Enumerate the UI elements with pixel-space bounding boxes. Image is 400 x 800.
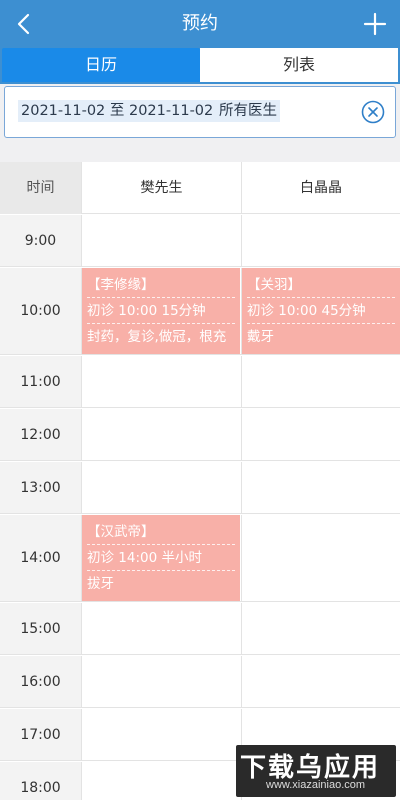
- appointment-patient: 【关羽】: [247, 272, 395, 298]
- appointment-patient: 【李修缘】: [87, 272, 235, 298]
- tab-calendar[interactable]: 日历: [2, 48, 200, 82]
- watermark-url: www.xiazainiao.com: [266, 779, 366, 791]
- time-column-header: 时间: [0, 162, 81, 214]
- time-slot-row[interactable]: 12:00: [0, 409, 400, 461]
- app-header: 预约: [0, 0, 400, 48]
- page-title: 预约: [182, 13, 218, 34]
- time-slot-label: 9:00: [0, 215, 81, 266]
- time-slot-label: 14:00: [0, 515, 81, 601]
- tab-list[interactable]: 列表: [200, 48, 398, 82]
- time-slot-row[interactable]: 13:00: [0, 462, 400, 514]
- appointment-info: 初诊 10:00 45分钟: [247, 298, 395, 324]
- time-slot-row[interactable]: 9:00: [0, 215, 400, 267]
- grid-header-row: 时间 樊先生 白晶晶: [0, 162, 400, 214]
- appointment-treatment: 封药，复诊,做冠，根充: [87, 329, 227, 345]
- date-range-chip[interactable]: 2021-11-02 至 2021-11-02: [18, 100, 217, 122]
- time-slot-label: 15:00: [0, 603, 81, 654]
- site-watermark-logo: 下载乌应用 www.xiazainiao.com: [236, 745, 396, 797]
- appointment-info: 初诊 10:00 15分钟: [87, 298, 235, 324]
- time-slot-label: 18:00: [0, 762, 81, 800]
- time-slot-label: 11:00: [0, 356, 81, 407]
- schedule-grid: 时间 樊先生 白晶晶 9:00 10:00 11:00 12:00 13:00 …: [0, 162, 400, 800]
- appointment-card[interactable]: 【汉武帝】 初诊 14:00 半小时 拔牙: [82, 515, 240, 601]
- time-slot-label: 17:00: [0, 709, 81, 760]
- filter-bar[interactable]: 2021-11-02 至 2021-11-02 所有医生: [4, 86, 396, 138]
- appointment-card[interactable]: 【李修缘】 初诊 10:00 15分钟 封药，复诊,做冠，根充: [82, 268, 240, 354]
- time-slot-label: 10:00: [0, 268, 81, 354]
- appointment-treatment: 戴牙: [247, 329, 274, 345]
- time-slot-row[interactable]: 16:00: [0, 656, 400, 708]
- clear-circle-icon[interactable]: [361, 100, 385, 124]
- doctor-filter-chip[interactable]: 所有医生: [216, 100, 280, 122]
- doctor-column-header: 白晶晶: [241, 162, 400, 214]
- time-slot-row[interactable]: 15:00: [0, 603, 400, 655]
- time-slot-label: 12:00: [0, 409, 81, 460]
- view-tabs: 日历 列表: [0, 48, 400, 84]
- appointment-card[interactable]: 【关羽】 初诊 10:00 45分钟 戴牙: [242, 268, 400, 354]
- appointment-treatment: 拔牙: [87, 576, 114, 592]
- time-slot-label: 13:00: [0, 462, 81, 513]
- time-slot-row[interactable]: 11:00: [0, 356, 400, 408]
- doctor-column-header: 樊先生: [81, 162, 241, 214]
- appointment-info: 初诊 14:00 半小时: [87, 545, 235, 571]
- time-slot-label: 16:00: [0, 656, 81, 707]
- plus-icon[interactable]: [362, 11, 388, 37]
- appointment-patient: 【汉武帝】: [87, 519, 235, 545]
